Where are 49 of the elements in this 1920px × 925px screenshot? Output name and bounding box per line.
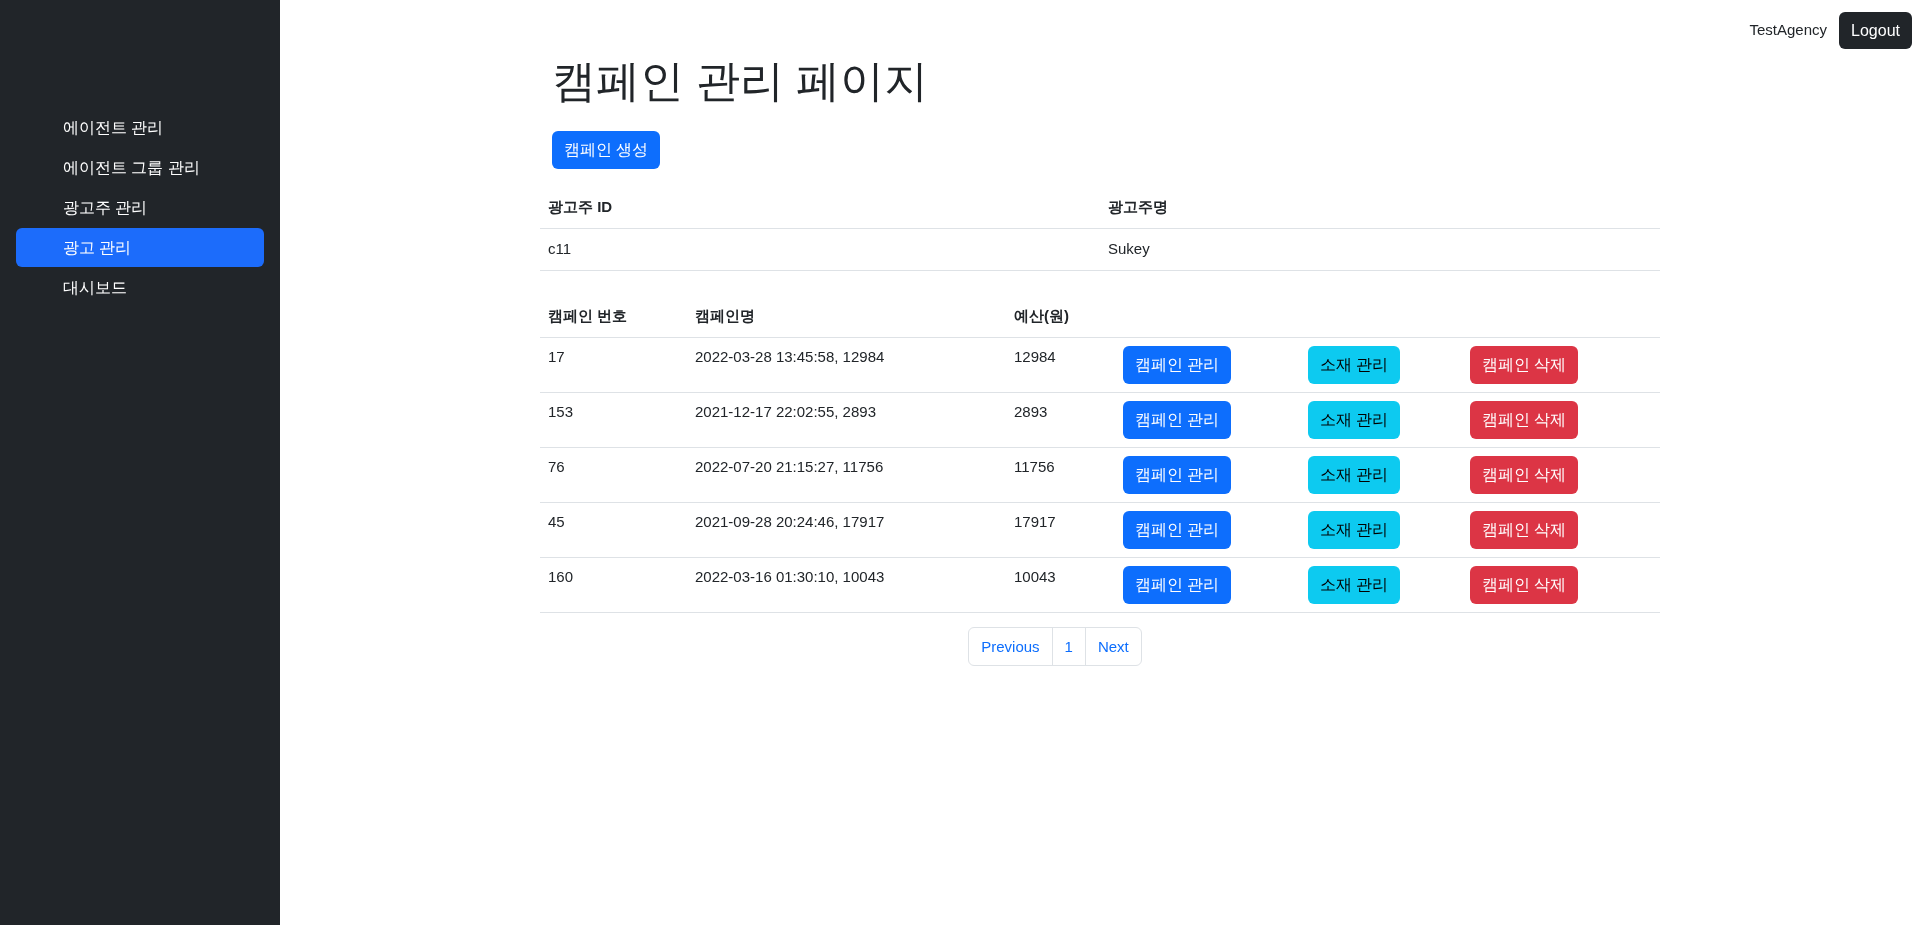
manage-campaign-button[interactable]: 캠페인 관리 bbox=[1123, 401, 1232, 439]
sidebar-item[interactable]: 광고 관리 bbox=[16, 228, 264, 267]
table-cell: 153 bbox=[540, 392, 687, 448]
table-cell: 17 bbox=[540, 337, 687, 393]
table-cell: 45 bbox=[540, 502, 687, 558]
sidebar-item[interactable]: 에이전트 그룹 관리 bbox=[16, 148, 264, 187]
manage-creative-button[interactable]: 소재 관리 bbox=[1308, 566, 1401, 604]
table-cell: 76 bbox=[540, 447, 687, 503]
column-header: 광고주명 bbox=[1100, 186, 1660, 228]
table-cell: 2022-07-20 21:15:27, 11756 bbox=[687, 447, 1006, 503]
page-title: 캠페인 관리 페이지 bbox=[552, 55, 930, 107]
previous-link[interactable]: Previous bbox=[969, 628, 1052, 665]
manage-creative-button[interactable]: 소재 관리 bbox=[1308, 456, 1401, 494]
create-campaign-button[interactable]: 캠페인 생성 bbox=[552, 131, 661, 169]
column-header: 예산(원) bbox=[1006, 295, 1115, 338]
logout-button[interactable]: Logout bbox=[1839, 12, 1912, 49]
table-cell: 160 bbox=[540, 557, 687, 613]
delete-campaign-button[interactable]: 캠페인 삭제 bbox=[1470, 456, 1579, 494]
sidebar-item[interactable]: 광고주 관리 bbox=[16, 188, 264, 227]
column-header: 캠페인명 bbox=[687, 295, 1006, 338]
table-cell: 11756 bbox=[1006, 447, 1115, 503]
manage-campaign-button[interactable]: 캠페인 관리 bbox=[1123, 566, 1232, 604]
manage-creative-button[interactable]: 소재 관리 bbox=[1308, 511, 1401, 549]
delete-campaign-button[interactable]: 캠페인 삭제 bbox=[1470, 511, 1579, 549]
user-name: TestAgency bbox=[1749, 20, 1828, 41]
table-cell: 2022-03-28 13:45:58, 12984 bbox=[687, 337, 1006, 393]
table-cell: 10043 bbox=[1006, 557, 1115, 613]
table-cell: Sukey bbox=[1100, 228, 1660, 270]
next-link[interactable]: Next bbox=[1084, 628, 1141, 665]
manage-campaign-button[interactable]: 캠페인 관리 bbox=[1123, 346, 1232, 384]
sidebar-item[interactable]: 에이전트 관리 bbox=[16, 108, 264, 147]
column-header: 광고주 ID bbox=[540, 186, 1100, 228]
delete-campaign-button[interactable]: 캠페인 삭제 bbox=[1470, 346, 1579, 384]
table-cell: 2893 bbox=[1006, 392, 1115, 448]
table-cell: 12984 bbox=[1006, 337, 1115, 393]
manage-creative-button[interactable]: 소재 관리 bbox=[1308, 401, 1401, 439]
manage-campaign-button[interactable]: 캠페인 관리 bbox=[1123, 456, 1232, 494]
delete-campaign-button[interactable]: 캠페인 삭제 bbox=[1470, 401, 1579, 439]
sidebar-item[interactable]: 대시보드 bbox=[16, 268, 264, 307]
table-cell: 17917 bbox=[1006, 502, 1115, 558]
table-cell: c11 bbox=[540, 228, 1100, 270]
page-link[interactable]: 1 bbox=[1051, 628, 1085, 665]
manage-creative-button[interactable]: 소재 관리 bbox=[1308, 346, 1401, 384]
table-cell: 2021-12-17 22:02:55, 2893 bbox=[687, 392, 1006, 448]
table-cell: 2021-09-28 20:24:46, 17917 bbox=[687, 502, 1006, 558]
table-cell: 2022-03-16 01:30:10, 10043 bbox=[687, 557, 1006, 613]
column-header: 캠페인 번호 bbox=[540, 295, 687, 338]
delete-campaign-button[interactable]: 캠페인 삭제 bbox=[1470, 566, 1579, 604]
manage-campaign-button[interactable]: 캠페인 관리 bbox=[1123, 511, 1232, 549]
